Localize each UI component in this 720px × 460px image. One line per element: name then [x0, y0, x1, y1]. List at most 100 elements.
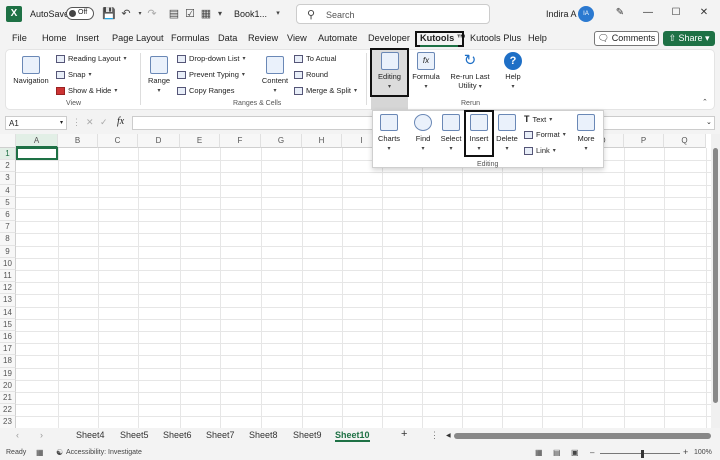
zoom-level[interactable]: 100%	[694, 449, 712, 456]
column-header[interactable]: A	[16, 134, 58, 148]
row-header[interactable]: 8	[0, 233, 16, 246]
snap-button[interactable]: Snap ▾	[56, 70, 92, 79]
text-button[interactable]: T Text ▾	[524, 114, 552, 124]
column-header[interactable]: D	[138, 134, 180, 148]
tab-automate[interactable]: Automate	[318, 33, 357, 43]
row-header[interactable]: 17	[0, 343, 16, 356]
rerun-last-utility-button[interactable]: ↻ Re-run Last Utility ▾	[448, 52, 492, 90]
column-header[interactable]: P	[624, 134, 664, 148]
column-header[interactable]: E	[180, 134, 220, 148]
close-icon[interactable]: ✕	[696, 6, 712, 20]
expand-formula-bar-icon[interactable]: ⌄	[706, 118, 712, 126]
normal-view-icon[interactable]: ▦	[535, 448, 543, 457]
save-icon[interactable]: 💾	[102, 8, 116, 20]
column-header[interactable]: H	[302, 134, 342, 148]
charts-button[interactable]: Charts ▾	[375, 114, 403, 152]
column-header[interactable]: F	[220, 134, 261, 148]
row-header[interactable]: 20	[0, 379, 16, 392]
scroll-left-arrow-icon[interactable]: ◀	[446, 432, 451, 439]
tab-page-layout[interactable]: Page Layout	[112, 33, 164, 43]
range-button[interactable]: Range ▾	[146, 56, 172, 94]
accessibility-icon[interactable]: ☯	[56, 448, 63, 457]
formula-button[interactable]: fx Formula ▾	[410, 52, 442, 90]
sheet-tab[interactable]: Sheet4	[76, 430, 105, 440]
user-name[interactable]: Indira A	[546, 9, 577, 19]
redo-icon[interactable]: ↷	[146, 8, 158, 20]
undo-icon[interactable]: ↶	[120, 8, 132, 20]
cancel-icon[interactable]: ✕	[86, 117, 94, 128]
print-preview-icon[interactable]: ▦	[200, 8, 212, 20]
more-button[interactable]: More ▾	[574, 114, 598, 152]
column-header[interactable]: B	[58, 134, 98, 148]
pen-icon[interactable]: ✎	[612, 6, 628, 20]
row-header[interactable]: 15	[0, 318, 16, 331]
row-header[interactable]: 6	[0, 209, 16, 222]
autosave-toggle[interactable]: Off	[66, 7, 94, 20]
merge-split-button[interactable]: Merge & Split ▾	[294, 86, 357, 95]
to-actual-button[interactable]: To Actual	[294, 54, 336, 63]
tab-view[interactable]: View	[287, 33, 307, 43]
row-header[interactable]: 14	[0, 306, 16, 319]
share-button[interactable]: ⇧ Share ▾	[663, 31, 715, 46]
check-icon[interactable]: ☑	[184, 8, 196, 20]
enter-icon[interactable]: ✓	[100, 117, 108, 128]
row-header[interactable]: 10	[0, 257, 16, 270]
tab-kutools-plus[interactable]: Kutools Plus	[470, 33, 521, 43]
page-layout-view-icon[interactable]: ▤	[553, 448, 561, 457]
name-box-dropdown-icon[interactable]: ▾	[60, 119, 63, 126]
undo-dropdown-icon[interactable]: ▾	[134, 8, 146, 20]
row-header[interactable]: 19	[0, 367, 16, 380]
vertical-scroll-thumb[interactable]	[713, 148, 718, 403]
worksheet-grid[interactable]: ABCDEFGHIJKLMNOPQ12345678910111213141516…	[0, 134, 711, 430]
form-icon[interactable]: ▤	[168, 8, 180, 20]
insert-function-icon[interactable]: fx	[117, 116, 124, 127]
tab-data[interactable]: Data	[218, 33, 237, 43]
editing-button-content[interactable]: Editing ▾	[372, 52, 407, 90]
sheet-tab[interactable]: Sheet7	[206, 430, 235, 440]
avatar[interactable]: IA	[578, 6, 594, 22]
zoom-out-icon[interactable]: –	[590, 448, 594, 457]
row-header[interactable]: 9	[0, 245, 16, 258]
zoom-in-icon[interactable]: +	[683, 447, 688, 457]
tab-review[interactable]: Review	[248, 33, 278, 43]
dropdown-list-button[interactable]: Drop-down List ▾	[177, 54, 245, 63]
collapse-ribbon-icon[interactable]: ⌃	[702, 98, 708, 106]
row-header[interactable]: 11	[0, 270, 16, 283]
customize-qat-icon[interactable]: ▾	[214, 8, 226, 20]
row-header[interactable]: 1	[0, 148, 16, 161]
more-sheets-icon[interactable]: ⋮	[430, 430, 439, 441]
copy-ranges-button[interactable]: Copy Ranges	[177, 86, 234, 95]
file-name[interactable]: Book1...	[234, 9, 267, 19]
row-header[interactable]: 13	[0, 294, 16, 307]
scroll-right-icon[interactable]: ›	[40, 430, 43, 440]
zoom-slider[interactable]	[600, 453, 680, 454]
row-header[interactable]: 12	[0, 282, 16, 295]
name-box[interactable]: A1	[5, 116, 67, 130]
sheet-tab[interactable]: Sheet8	[249, 430, 278, 440]
macro-record-icon[interactable]: ▦	[36, 448, 44, 457]
zoom-slider-thumb[interactable]	[641, 450, 644, 458]
column-header[interactable]: G	[261, 134, 302, 148]
row-header[interactable]: 7	[0, 221, 16, 234]
row-header[interactable]: 22	[0, 404, 16, 417]
sheet-tab-active[interactable]: Sheet10	[335, 430, 370, 442]
sheet-tab[interactable]: Sheet9	[293, 430, 322, 440]
add-sheet-button[interactable]: +	[401, 428, 407, 440]
reading-layout-button[interactable]: Reading Layout ▾	[56, 54, 127, 63]
search-box[interactable]: ⚲ Search	[296, 4, 490, 24]
tab-home[interactable]: Home	[42, 33, 67, 43]
row-header[interactable]: 5	[0, 196, 16, 209]
sheet-tab[interactable]: Sheet6	[163, 430, 192, 440]
content-button[interactable]: Content ▾	[260, 56, 290, 94]
format-button[interactable]: Format ▾	[524, 130, 566, 139]
tab-help[interactable]: Help	[528, 33, 547, 43]
row-header[interactable]: 21	[0, 392, 16, 405]
round-button[interactable]: Round	[294, 70, 328, 79]
filename-dropdown-icon[interactable]: ▾	[272, 8, 284, 20]
help-button[interactable]: ? Help ▾	[500, 52, 526, 90]
find-button[interactable]: Find ▾	[410, 114, 436, 152]
maximize-icon[interactable]: ☐	[668, 6, 684, 20]
sheet-tab[interactable]: Sheet5	[120, 430, 149, 440]
row-header[interactable]: 16	[0, 331, 16, 344]
prevent-typing-button[interactable]: Prevent Typing ▾	[177, 70, 245, 79]
